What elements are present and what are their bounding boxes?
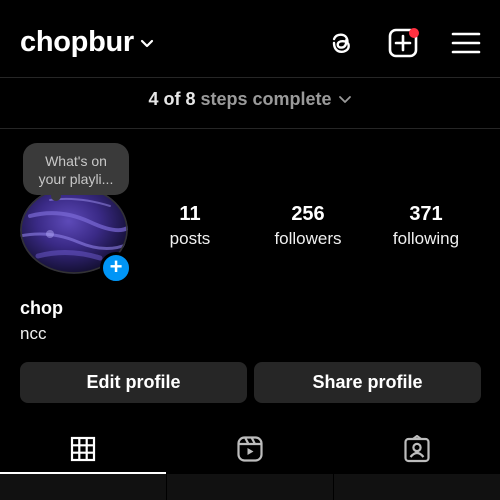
edit-profile-button[interactable]: Edit profile bbox=[20, 362, 247, 403]
profile-name: chop bbox=[20, 298, 63, 318]
chevron-down-icon bbox=[140, 39, 153, 47]
profile-setup-steps[interactable]: 4 of 8 steps complete bbox=[0, 89, 500, 110]
posts-count: 11 bbox=[179, 203, 201, 225]
note-line-2: your playli... bbox=[38, 171, 114, 187]
followers-count: 256 bbox=[291, 203, 325, 225]
following-label: following bbox=[392, 229, 460, 248]
share-profile-button[interactable]: Share profile bbox=[254, 362, 481, 403]
steps-total-count: 8 bbox=[185, 89, 196, 109]
threads-icon[interactable] bbox=[325, 27, 357, 59]
posts-label: posts bbox=[169, 229, 211, 248]
stat-following[interactable]: 371 following bbox=[378, 203, 474, 249]
steps-complete-label: steps complete bbox=[200, 89, 332, 109]
grid-icon bbox=[70, 436, 96, 462]
tagged-icon bbox=[404, 435, 430, 463]
tab-tagged[interactable] bbox=[334, 425, 500, 473]
stat-posts[interactable]: 11 posts bbox=[150, 203, 230, 249]
add-story-button[interactable]: + bbox=[100, 252, 132, 284]
posts-grid bbox=[0, 474, 500, 500]
post-thumbnail[interactable] bbox=[167, 474, 333, 500]
plus-icon: + bbox=[109, 254, 123, 279]
stat-followers[interactable]: 256 followers bbox=[258, 203, 358, 249]
post-thumbnail[interactable] bbox=[334, 474, 500, 500]
top-header: chopbur bbox=[0, 0, 500, 80]
steps-done-count: 4 bbox=[148, 89, 159, 109]
tab-reels[interactable] bbox=[167, 425, 333, 473]
username-switcher[interactable]: chopbur bbox=[20, 26, 154, 59]
followers-label: followers bbox=[274, 229, 342, 248]
post-thumbnail[interactable] bbox=[0, 474, 166, 500]
tab-posts-grid[interactable] bbox=[0, 425, 166, 473]
notification-dot bbox=[409, 28, 419, 38]
reels-icon bbox=[237, 436, 263, 462]
chevron-down-icon bbox=[338, 96, 351, 103]
steps-divider bbox=[0, 128, 500, 129]
following-count: 371 bbox=[409, 203, 443, 225]
profile-username: chopbur bbox=[20, 26, 134, 58]
header-divider bbox=[0, 77, 500, 78]
hamburger-menu-icon[interactable] bbox=[450, 27, 482, 59]
profile-bio: ncc bbox=[20, 324, 47, 343]
note-bubble[interactable]: What's on your playli... bbox=[23, 143, 129, 201]
note-line-1: What's on bbox=[45, 153, 107, 169]
steps-of-label: of bbox=[163, 89, 181, 109]
